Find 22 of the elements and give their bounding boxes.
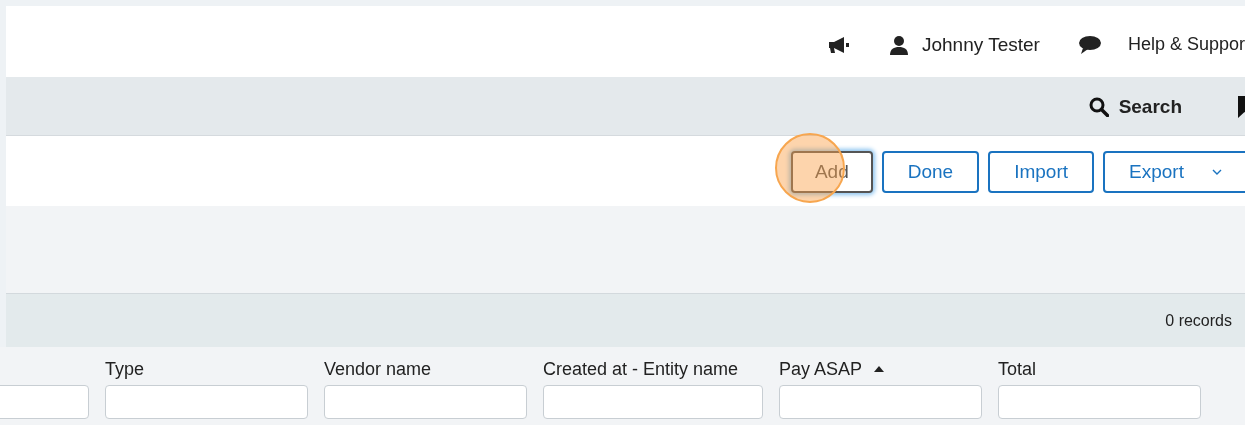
filter-field[interactable] [105,385,308,419]
filter-field[interactable] [998,385,1201,419]
toolbar-button[interactable]: Done [881,151,980,193]
toolbar-button[interactable]: Import [988,151,1094,193]
record-count: 0 records [1165,311,1232,330]
filter-field[interactable] [779,385,982,419]
search-link[interactable]: Search [1118,96,1182,118]
column-header[interactable]: Total [998,358,1037,380]
column-header[interactable]: Vendor name [324,358,432,380]
search-icon[interactable] [1088,97,1109,117]
chat-icon[interactable] [1077,34,1102,55]
sort-icon[interactable] [874,366,885,372]
user-name[interactable]: Johnny Tester [921,33,1040,56]
column-header[interactable]: Created at - Entity name [543,358,739,380]
megaphone-icon[interactable] [826,34,851,55]
toolbar-button[interactable]: Export [1103,151,1245,193]
user-icon [888,34,909,55]
filter-field[interactable] [324,385,527,419]
filter-field[interactable] [543,385,763,419]
column-header[interactable]: Pay ASAP [779,358,863,380]
column-header[interactable]: Type [105,358,145,380]
help-link[interactable]: Help & Suppor [1127,34,1245,55]
